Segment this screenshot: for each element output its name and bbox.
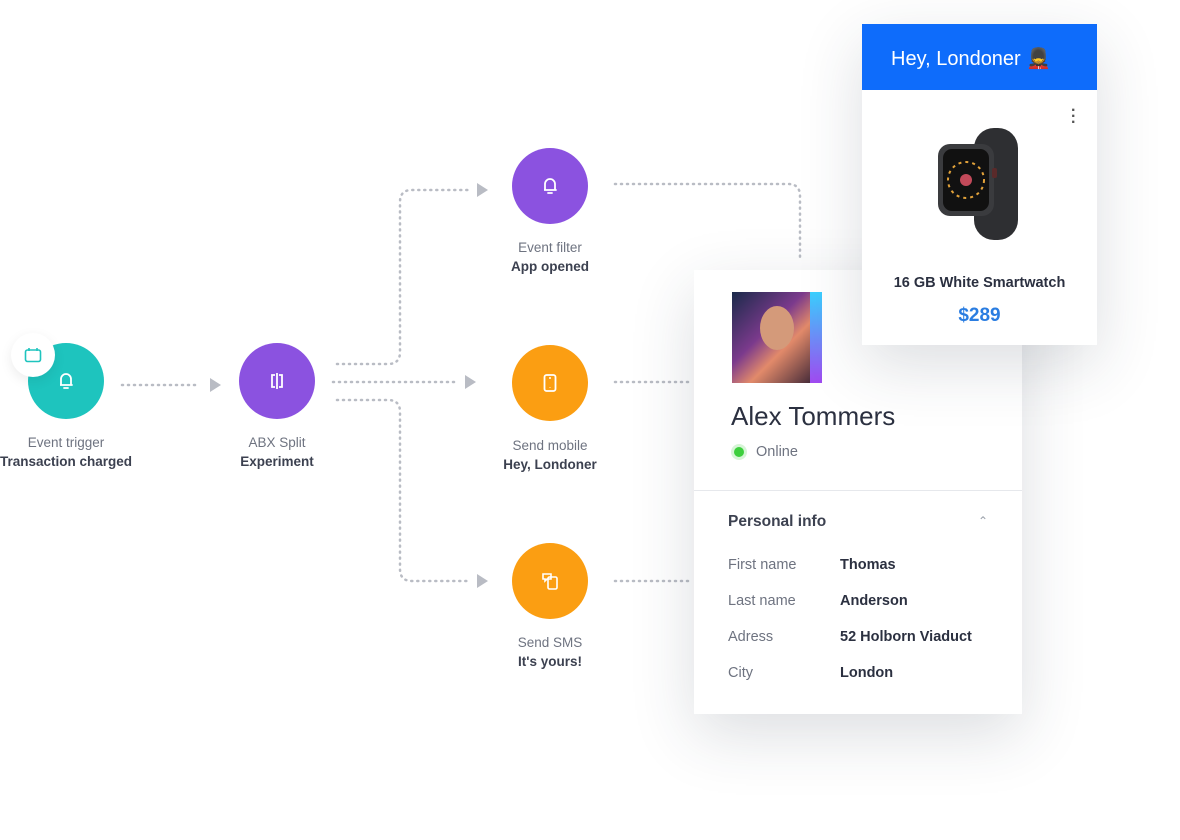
node-subtitle: App opened [511, 259, 589, 274]
calendar-badge [11, 333, 55, 377]
node-title: Event filter [518, 240, 582, 255]
mobile-icon [543, 374, 557, 392]
push-title: Hey, Londoner 💂 [891, 48, 1052, 70]
send-sms-node[interactable] [512, 543, 588, 619]
field-value: Thomas [840, 557, 896, 573]
profile-name: Alex Tommers [731, 401, 896, 431]
abx-split-label: ABX Split Experiment [177, 433, 377, 471]
section-title: Personal info [728, 513, 827, 530]
arrow-icon [477, 574, 488, 588]
avatar [732, 292, 822, 383]
field-label: First name [728, 557, 797, 573]
more-icon[interactable]: · · · [1071, 103, 1076, 131]
event-filter-node[interactable] [512, 148, 588, 224]
push-notification-card: Hey, Londoner 💂 · · · 16 GB White Smartwat… [862, 24, 1097, 345]
node-subtitle: Hey, Londoner [503, 457, 597, 472]
arrow-icon [477, 183, 488, 197]
bell-icon [544, 178, 557, 194]
product-name: 16 GB White Smartwatch [893, 275, 1066, 291]
send-mobile-label: Send mobile Hey, Londoner [450, 436, 650, 474]
node-title: Send mobile [512, 438, 588, 453]
online-indicator [734, 447, 744, 457]
field-value: Anderson [840, 593, 908, 609]
arrow-icon [465, 375, 476, 389]
node-subtitle: It's yours! [518, 654, 582, 669]
smartwatch-image [938, 128, 1018, 240]
split-icon [271, 373, 283, 389]
send-sms-label: Send SMS It's yours! [450, 633, 650, 671]
node-title: Send SMS [517, 635, 583, 650]
node-subtitle: Transaction charged [0, 454, 133, 469]
arrow-icon [210, 378, 221, 392]
chevron-up-icon[interactable]: ⌃ [978, 514, 988, 528]
field-label: Last name [728, 593, 796, 609]
sms-icon [542, 573, 558, 590]
event-filter-label: Event filter App opened [450, 238, 650, 276]
send-mobile-node[interactable] [512, 345, 588, 421]
bell-icon [60, 373, 73, 389]
node-title: Event trigger [27, 435, 105, 450]
divider [694, 490, 1022, 491]
product-price: $289 [958, 305, 1001, 326]
field-label: Adress [728, 629, 774, 645]
field-label: City [728, 665, 753, 681]
node-subtitle: Experiment [240, 454, 314, 469]
event-trigger-label: Event trigger Transaction charged [0, 433, 166, 471]
field-value: London [840, 665, 894, 681]
field-value: 52 Holborn Viaduct [840, 629, 972, 645]
calendar-icon [24, 348, 42, 363]
abx-split-node[interactable] [239, 343, 315, 419]
node-title: ABX Split [248, 435, 306, 450]
status-text: Online [756, 444, 798, 460]
push-header: Hey, Londoner 💂 [862, 24, 1097, 90]
